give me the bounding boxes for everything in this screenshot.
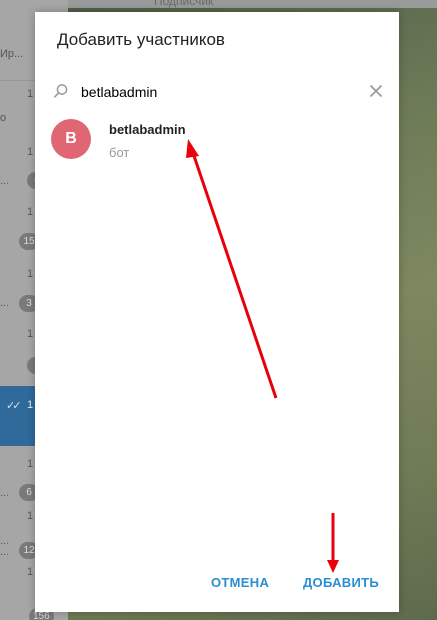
avatar: B	[51, 119, 91, 159]
double-check-icon: ✓✓	[6, 400, 22, 412]
chat-time: 1	[27, 566, 34, 578]
chat-time: 1	[27, 206, 34, 218]
result-subtitle: бот	[109, 145, 130, 160]
dialog-title: Добавить участников	[57, 30, 225, 49]
cancel-button[interactable]: ОТМЕНА	[211, 575, 269, 590]
chat-time: 1	[27, 328, 34, 340]
chat-snippet: ...	[0, 297, 10, 309]
chat-snippet: о	[0, 112, 7, 124]
chat-snippet: ...	[0, 487, 10, 499]
add-button[interactable]: ДОБАВИТЬ	[303, 575, 379, 590]
search-result-item[interactable]: B betlabadmin бот	[35, 116, 399, 172]
search-icon	[53, 84, 68, 98]
result-name: betlabadmin	[109, 122, 186, 137]
chat-snippet: Ир...	[0, 48, 24, 60]
chat-time: 1	[27, 399, 34, 411]
chat-header-subtitle: Подписчик	[154, 0, 214, 8]
chat-time: 1	[27, 510, 34, 522]
close-icon[interactable]	[368, 83, 384, 99]
chat-snippet: ...	[0, 546, 10, 558]
chat-time: 1	[27, 268, 34, 280]
chat-time: 1	[27, 458, 34, 470]
chat-time: 1	[27, 146, 34, 158]
chat-snippet: ...	[0, 175, 10, 187]
add-members-dialog: Добавить участников B betlabadmin бот ОТ…	[35, 12, 399, 612]
chat-header: Подписчик	[68, 0, 437, 8]
search-input[interactable]	[81, 79, 351, 105]
chat-time: 1	[27, 88, 34, 100]
search-bar	[35, 74, 399, 114]
